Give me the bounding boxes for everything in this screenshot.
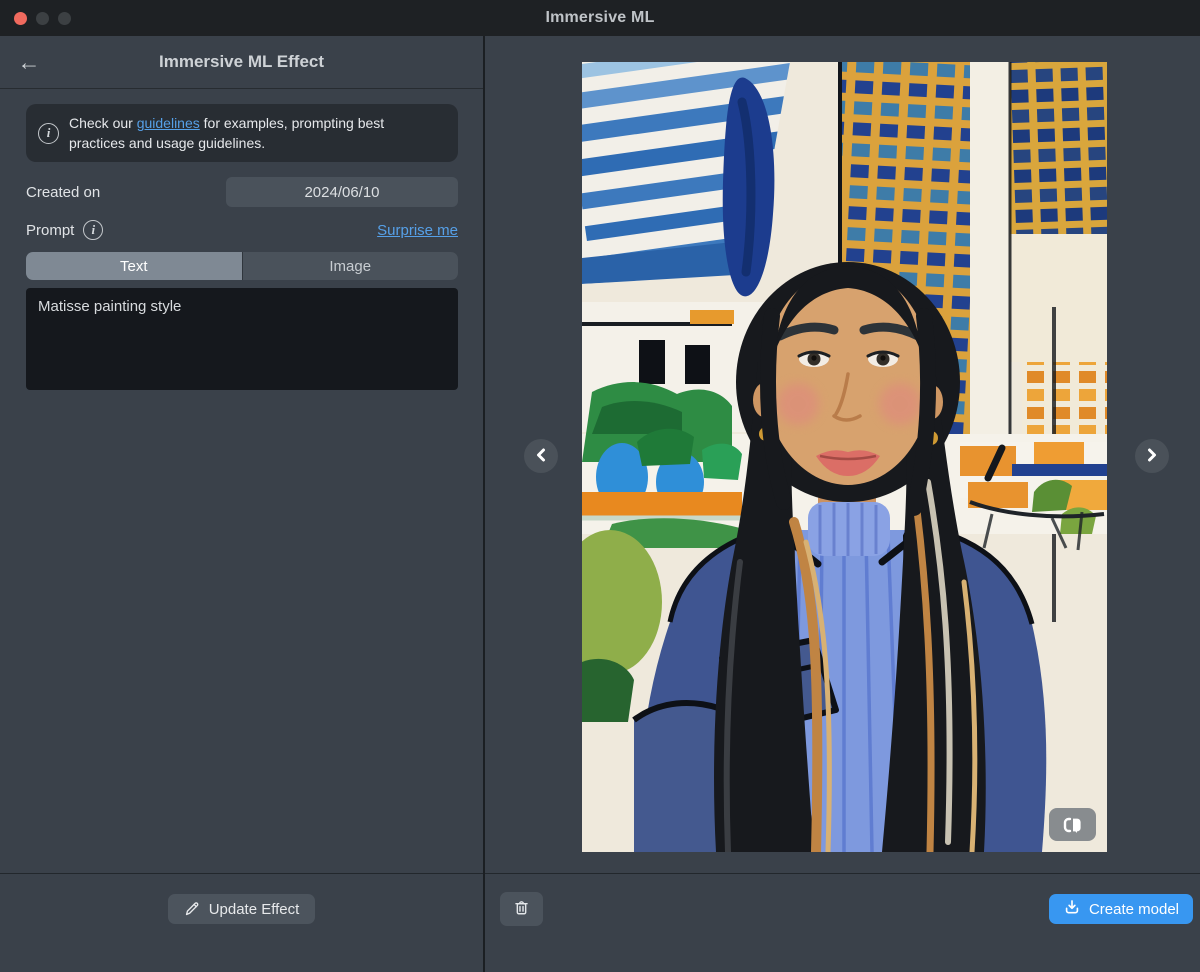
create-model-label: Create model	[1088, 900, 1179, 918]
prompt-label: Prompt i	[26, 220, 104, 240]
traffic-lights	[14, 0, 71, 36]
compare-button[interactable]	[1049, 808, 1096, 841]
tab-text[interactable]: Text	[26, 252, 242, 280]
page-title: Immersive ML Effect	[158, 52, 325, 71]
left-footer: Update Effect	[0, 873, 483, 972]
minimize-button[interactable]	[36, 11, 49, 25]
previous-image-button[interactable]	[524, 439, 558, 473]
arrow-left-icon: ←	[17, 48, 41, 75]
create-model-button[interactable]: Create model	[1048, 894, 1193, 924]
created-on-row: Created on 2024/06/10	[26, 177, 458, 207]
preview-panel: Create model	[483, 36, 1200, 972]
trash-icon	[512, 898, 531, 920]
created-on-date-field[interactable]: 2024/06/10	[226, 177, 458, 207]
info-text-prefix: Check our	[69, 115, 137, 131]
update-effect-button[interactable]: Update Effect	[167, 894, 316, 924]
app-window: Immersive ML ← Immersive ML Effect i Che…	[0, 0, 1200, 972]
prompt-input[interactable]: Matisse painting style	[26, 288, 458, 390]
tab-image[interactable]: Image	[242, 252, 458, 280]
next-image-button[interactable]	[1135, 439, 1169, 473]
created-on-label: Created on	[26, 183, 101, 201]
delete-button[interactable]	[500, 892, 543, 926]
zoom-button[interactable]	[58, 11, 71, 25]
right-footer: Create model	[485, 873, 1200, 972]
download-icon	[1063, 898, 1081, 920]
window-title: Immersive ML	[545, 9, 655, 26]
guidelines-info-box: i Check our guidelines for examples, pro…	[26, 104, 458, 162]
guidelines-link[interactable]: guidelines	[137, 115, 200, 131]
pencil-icon	[184, 901, 200, 917]
panel-body: i Check our guidelines for examples, pro…	[0, 89, 483, 395]
chevron-right-icon	[1146, 448, 1158, 465]
back-button[interactable]: ←	[14, 47, 44, 77]
prompt-label-text: Prompt	[26, 221, 75, 239]
prompt-row: Prompt i Surprise me	[26, 220, 458, 240]
titlebar: Immersive ML	[0, 0, 1200, 36]
prompt-mode-tabs: Text Image	[26, 252, 458, 280]
preview-area	[485, 36, 1200, 873]
effect-preview-image	[582, 62, 1107, 852]
info-icon: i	[38, 122, 59, 144]
panel-header: ← Immersive ML Effect	[0, 36, 483, 89]
prompt-info-icon[interactable]: i	[83, 220, 104, 240]
effect-settings-panel: ← Immersive ML Effect i Check our guidel…	[0, 36, 483, 972]
chevron-left-icon	[535, 448, 547, 465]
surprise-me-link[interactable]: Surprise me	[377, 222, 458, 239]
info-text: Check our guidelines for examples, promp…	[69, 113, 444, 153]
update-effect-label: Update Effect	[208, 900, 300, 918]
compare-icon	[1062, 816, 1084, 834]
close-button[interactable]	[14, 11, 27, 25]
